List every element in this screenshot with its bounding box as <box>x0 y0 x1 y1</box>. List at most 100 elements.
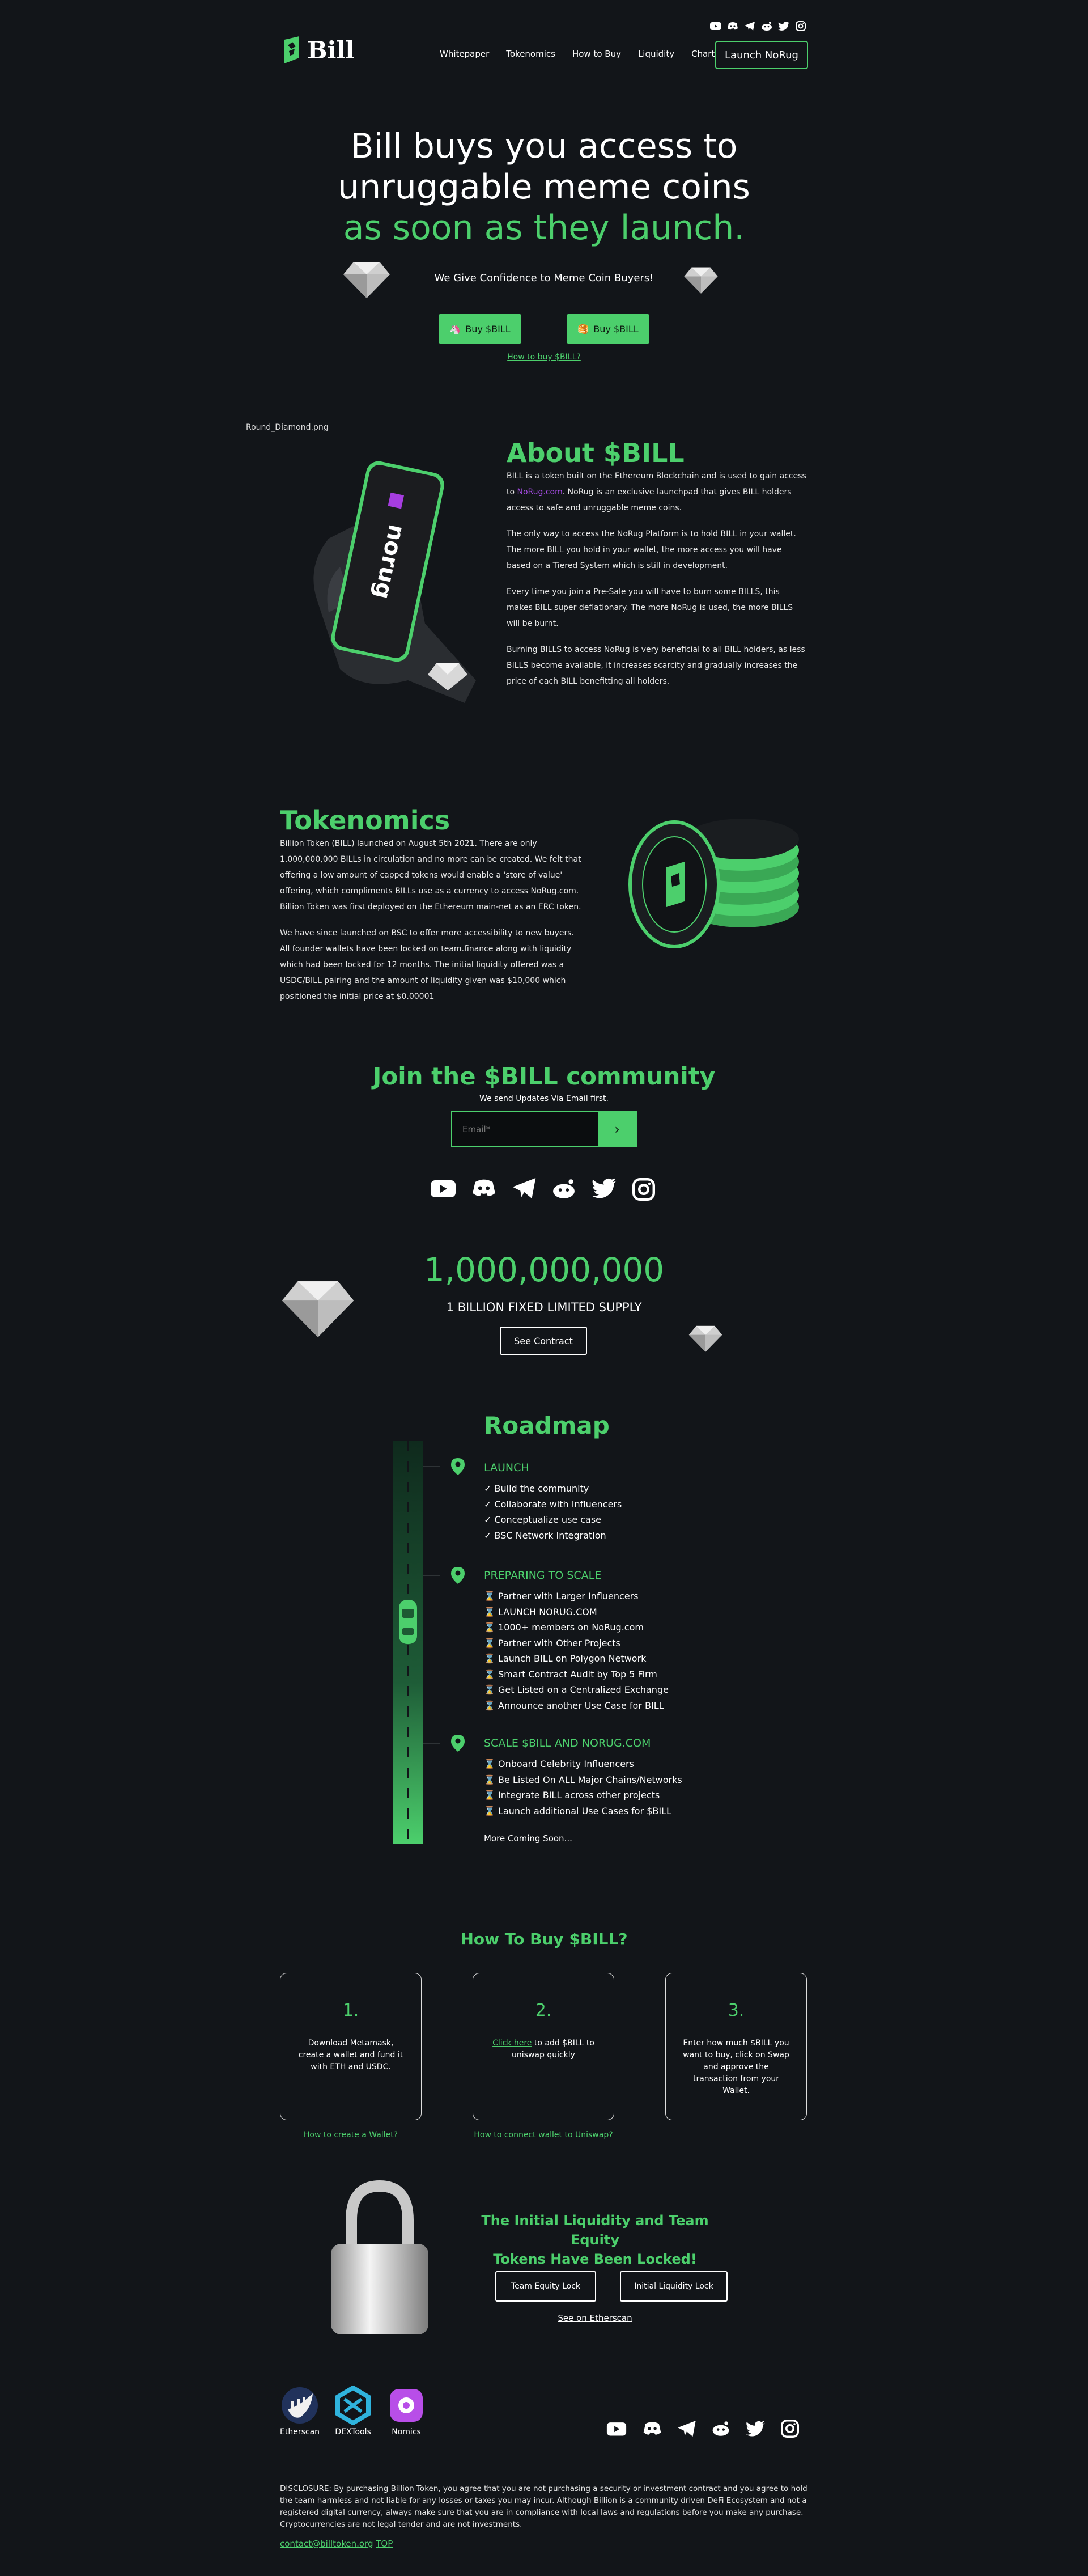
dextools-icon <box>335 2385 371 2426</box>
create-wallet-link[interactable]: How to create a Wallet? <box>304 2130 398 2139</box>
youtube-icon[interactable] <box>710 20 721 32</box>
discord-icon[interactable] <box>643 2421 662 2437</box>
header-social-icons <box>710 20 806 32</box>
see-contract-button[interactable]: See Contract <box>500 1327 587 1355</box>
list-item: ⌛ Partner with Other Projects <box>484 1637 620 1649</box>
community-social-icons <box>431 1178 655 1201</box>
list-item: ⌛ Partner with Larger Influencers <box>484 1591 639 1601</box>
howtobuy-card-2: 2. Click here to add $BILL to uniswap qu… <box>473 1973 614 2120</box>
instagram-icon[interactable] <box>795 20 806 32</box>
how-to-buy-link[interactable]: How to buy $BILL? <box>507 353 581 362</box>
supply-label: 1 BILLION FIXED LIMITED SUPPLY <box>446 1300 642 1314</box>
hourglass-icon: ⌛ <box>484 1653 495 1664</box>
discord-icon[interactable] <box>471 1178 496 1198</box>
list-item: ⌛ Smart Contract Audit by Top 5 Firm <box>484 1668 657 1680</box>
contact-email-link[interactable]: contact@billtoken.org <box>280 2539 373 2549</box>
pancakeswap-icon: 🥞 <box>577 323 589 334</box>
list-item: ⌛ Integrate BILL across other projects <box>484 1790 660 1800</box>
partner-nomics[interactable]: Nomics <box>386 2386 426 2437</box>
email-input[interactable] <box>452 1112 598 1146</box>
check-icon: ✓ <box>484 1530 492 1541</box>
card-number: 2. <box>535 2001 552 2020</box>
instagram-icon[interactable] <box>781 2420 799 2438</box>
telegram-icon[interactable] <box>678 2421 696 2437</box>
brand-logo[interactable]: Bill <box>282 35 354 65</box>
see-on-etherscan-link[interactable]: See on Etherscan <box>558 2313 632 2323</box>
partner-label: Etherscan <box>280 2427 320 2437</box>
list-item: ⌛ Get Listed on a Centralized Exchange <box>484 1684 669 1695</box>
check-icon: ✓ <box>484 1514 492 1525</box>
hourglass-icon: ⌛ <box>484 1684 495 1695</box>
phase-items: ✓ Build the community ✓ Collaborate with… <box>484 1481 622 1543</box>
phase-title: PREPARING TO SCALE <box>484 1569 602 1582</box>
phone-hand-illustration: norug <box>313 461 476 703</box>
hourglass-icon: ⌛ <box>484 1668 495 1680</box>
buy-bill-button-1[interactable]: 🦄 Buy $BILL <box>439 314 521 344</box>
tokenomics-p1: Billion Token (BILL) launched on August … <box>280 839 581 912</box>
buy-bill-button-2[interactable]: 🥞 Buy $BILL <box>567 314 649 344</box>
discord-icon[interactable] <box>727 20 738 32</box>
youtube-icon[interactable] <box>431 1178 456 1198</box>
hero-title-line1: Bill buys you access to <box>350 126 738 166</box>
initial-liquidity-lock-button[interactable]: Initial Liquidity Lock <box>620 2271 728 2302</box>
list-item: ⌛ Launch BILL on Polygon Network <box>484 1653 647 1664</box>
instagram-icon[interactable] <box>632 1178 655 1201</box>
connect-wallet-link[interactable]: How to connect wallet to Uniswap? <box>474 2130 613 2139</box>
tokenomics-text: Billion Token (BILL) launched on August … <box>280 836 583 1005</box>
nav-chart[interactable]: Chart <box>691 49 715 59</box>
reddit-icon[interactable] <box>552 1178 576 1200</box>
diamond-icon <box>688 1325 722 1352</box>
back-to-top-link[interactable]: TOP <box>376 2539 393 2549</box>
map-pin-icon <box>451 1567 465 1584</box>
hourglass-icon: ⌛ <box>484 1805 495 1816</box>
reddit-icon[interactable] <box>712 2420 730 2437</box>
partner-etherscan[interactable]: Etherscan <box>280 2386 320 2437</box>
youtube-icon[interactable] <box>606 2421 627 2437</box>
nav-liquidity[interactable]: Liquidity <box>638 49 674 59</box>
team-equity-lock-button[interactable]: Team Equity Lock <box>495 2271 596 2302</box>
hero-title-line3: as soon as they launch. <box>343 208 745 248</box>
list-item: ⌛ LAUNCH NORUG.COM <box>484 1606 597 1617</box>
nav-how-to-buy[interactable]: How to Buy <box>572 49 621 59</box>
click-here-link[interactable]: Click here <box>492 2039 532 2048</box>
list-item: ⌛ Be Listed On ALL Major Chains/Networks <box>484 1774 682 1785</box>
partner-dextools[interactable]: DEXTools <box>333 2385 373 2437</box>
about-p3: Every time you join a Pre-Sale you will … <box>507 587 793 628</box>
map-pin-icon <box>451 1458 465 1475</box>
car-icon <box>399 1600 417 1644</box>
twitter-icon[interactable] <box>592 1178 617 1198</box>
nomics-icon <box>390 2389 423 2422</box>
hourglass-icon: ⌛ <box>484 1606 495 1617</box>
card-text: Enter how much $BILL you want to buy, cl… <box>683 2039 789 2095</box>
list-item: ⌛ Onboard Celebrity Influencers <box>484 1759 634 1769</box>
supply-number: 1,000,000,000 <box>423 1251 665 1289</box>
check-icon: ✓ <box>484 1483 492 1494</box>
about-title: About $BILL <box>507 438 685 468</box>
nav-tokenomics[interactable]: Tokenomics <box>506 49 555 59</box>
footer-contact: contact@billtoken.org TOP <box>280 2539 393 2549</box>
hourglass-icon: ⌛ <box>484 1637 495 1649</box>
twitter-icon[interactable] <box>778 20 789 32</box>
howtobuy-title: How To Buy $BILL? <box>460 1930 628 1948</box>
telegram-icon[interactable] <box>512 1178 536 1198</box>
community-subtitle: We send Updates Via Email first. <box>479 1094 609 1103</box>
norug-link[interactable]: NoRug.com <box>517 488 563 497</box>
broken-image-alt: Round_Diamond.png <box>246 423 329 432</box>
check-icon: ✓ <box>484 1498 492 1510</box>
about-p1: BILL is a token built on the Ethereum Bl… <box>507 472 806 512</box>
phase-title: SCALE $BILL AND NORUG.COM <box>484 1737 651 1749</box>
email-submit-button[interactable]: › <box>598 1112 636 1146</box>
list-item: ✓ Build the community <box>484 1483 589 1494</box>
coin-stack-illustration <box>628 819 799 948</box>
disclosure-text: DISCLOSURE: By purchasing Billion Token,… <box>280 2484 808 2529</box>
launch-norug-button[interactable]: Launch NoRug <box>715 41 808 69</box>
twitter-icon[interactable] <box>746 2421 765 2437</box>
hourglass-icon: ⌛ <box>484 1700 495 1711</box>
main-nav: Whitepaper Tokenomics How to Buy Liquidi… <box>440 49 715 59</box>
nav-whitepaper[interactable]: Whitepaper <box>440 49 489 59</box>
partner-label: Nomics <box>392 2427 421 2437</box>
phase-items: ⌛ Partner with Larger Influencers ⌛ LAUN… <box>484 1588 669 1713</box>
telegram-icon[interactable] <box>744 20 755 32</box>
reddit-icon[interactable] <box>761 20 772 32</box>
about-text: BILL is a token built on the Ethereum Bl… <box>507 468 807 689</box>
